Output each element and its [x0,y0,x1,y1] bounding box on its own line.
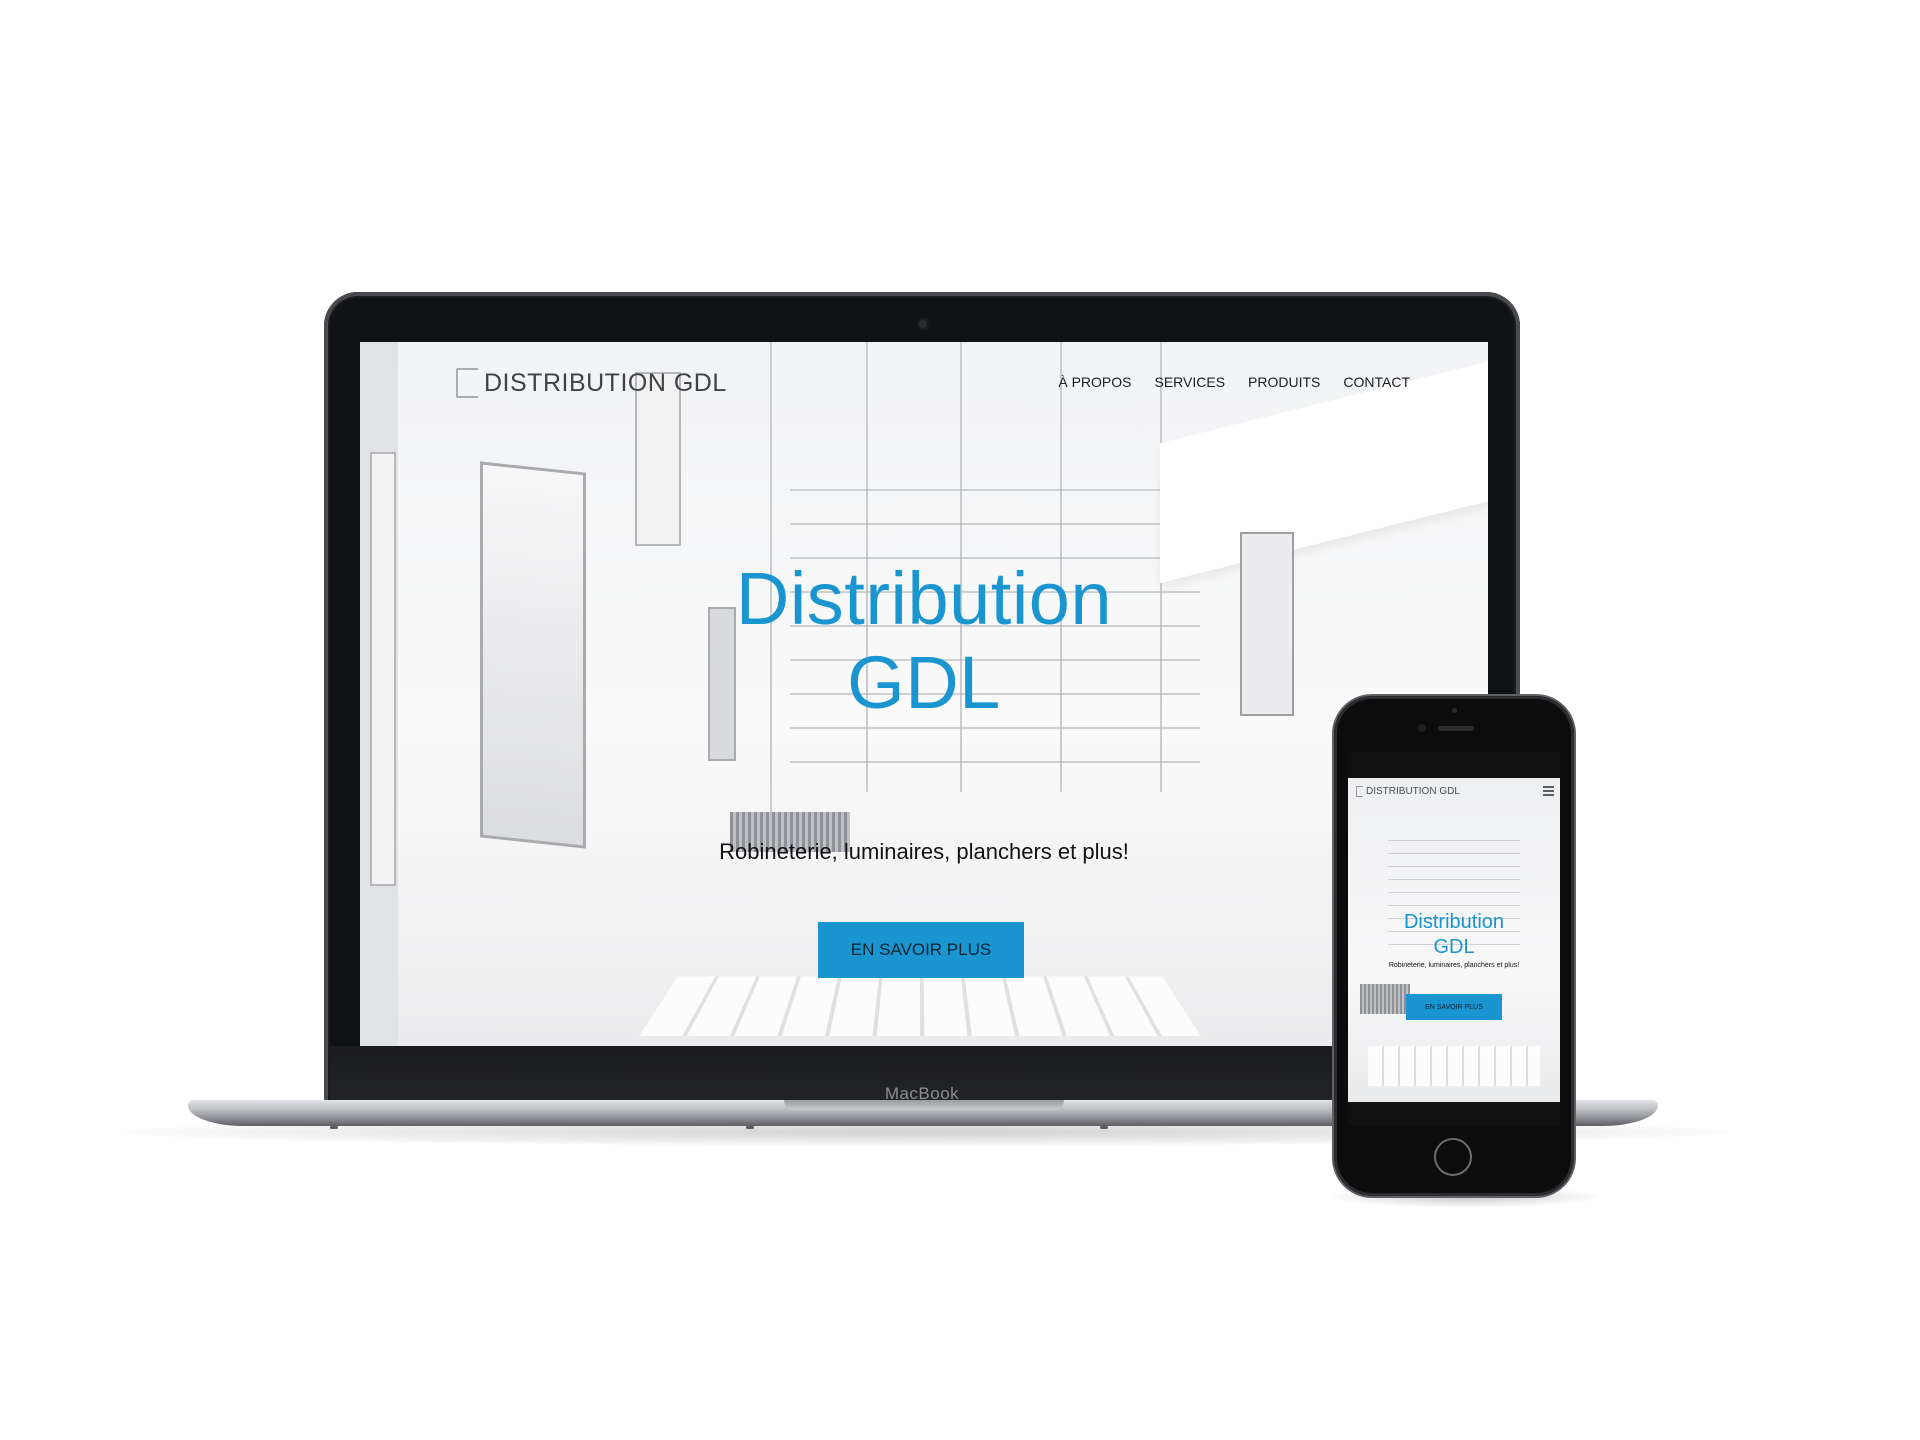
phone-home-button[interactable] [1434,1138,1472,1176]
phone-camera [1418,724,1426,732]
mobile-logo-text: DISTRIBUTION GDL [1366,786,1460,797]
mobile-hero-title: Distribution GDL [1348,910,1560,960]
logo-mark-icon [456,368,478,398]
laptop-foot [746,1126,754,1129]
site-logo[interactable]: DISTRIBUTION GDL [456,366,727,400]
nav-link-a-propos[interactable]: À PROPOS [1058,374,1131,390]
nav-link-services[interactable]: SERVICES [1154,374,1225,390]
bg-grille [1360,984,1410,1014]
bg-floor-lights [639,976,1201,1037]
hero-subtitle: Robineterie, luminaires, planchers et pl… [719,839,1129,864]
bg-ceiling-panel [1160,360,1488,584]
phone-speaker [1438,726,1474,731]
mobile-learn-more-button[interactable]: EN SAVOIR PLUS [1406,994,1502,1020]
bg-floor-lights [1368,1046,1540,1086]
mobile-page: DISTRIBUTION GDL Distribution GDL Robine… [1348,778,1560,1102]
main-nav: À PROPOS SERVICES PRODUITS CONTACT [1058,374,1410,390]
mobile-hero-subtitle: Robineterie, luminaires, planchers et pl… [1388,962,1520,969]
learn-more-button[interactable]: EN SAVOIR PLUS [818,922,1024,978]
logo-mark-icon [1356,786,1363,797]
mobile-hero-title-line2: GDL [1433,936,1475,958]
laptop-camera [919,320,927,328]
hero-title-line1: Distribution [735,557,1113,640]
laptop-foot [1100,1126,1108,1129]
hero-title-line2: GDL [847,641,1001,724]
mobile-site-logo[interactable]: DISTRIBUTION GDL [1356,786,1460,797]
laptop-notch [784,1100,1064,1110]
mobile-hero-title-line1: Distribution [1403,911,1505,933]
hero-title: Distribution GDL [360,557,1488,725]
nav-link-produits[interactable]: PRODUITS [1248,374,1320,390]
laptop-screen: DISTRIBUTION GDL À PROPOS SERVICES PRODU… [360,342,1488,1046]
phone-screen: DISTRIBUTION GDL Distribution GDL Robine… [1348,752,1560,1126]
phone-sensor [1452,708,1457,713]
nav-link-contact[interactable]: CONTACT [1343,374,1410,390]
logo-text: DISTRIBUTION GDL [484,368,727,397]
hamburger-icon[interactable] [1543,786,1554,796]
laptop-foot [330,1126,338,1129]
